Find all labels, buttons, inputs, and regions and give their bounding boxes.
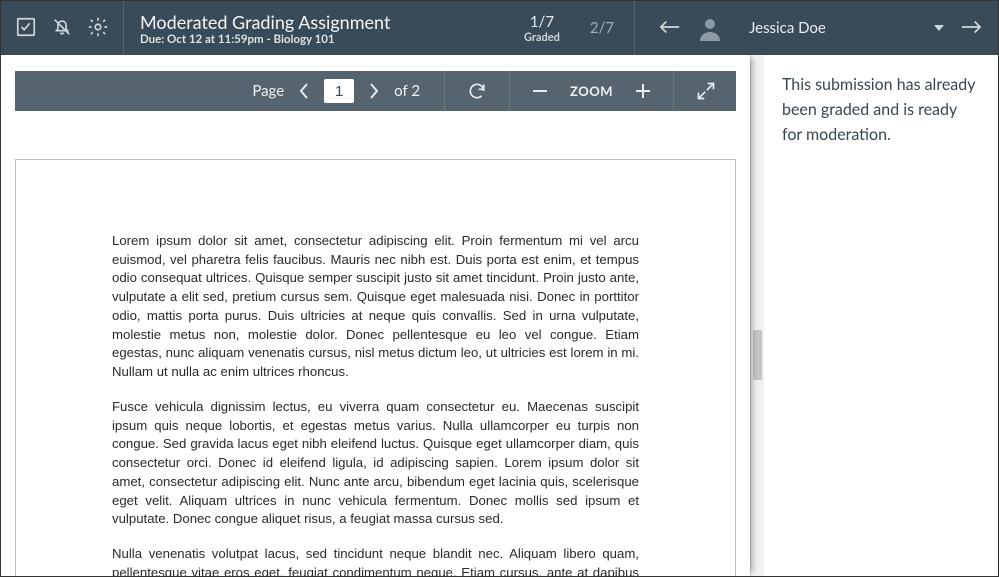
graded-label: Graded (524, 31, 560, 44)
graded-count: 1/7 (530, 13, 554, 31)
assignment-subtitle: Due: Oct 12 at 11:59pm - Biology 101 (140, 33, 488, 46)
zoom-in-plus-icon[interactable] (635, 83, 651, 99)
total-count: 2/7 (590, 19, 614, 37)
document-paragraph: Fusce vehicula dignissim lectus, eu vive… (112, 398, 639, 529)
assignment-title-block: Moderated Grading Assignment Due: Oct 12… (124, 1, 504, 55)
fullscreen-expand-icon[interactable] (674, 81, 736, 101)
document-paragraph: Nulla venenatis volutpat lacus, sed tinc… (112, 545, 639, 576)
document-page: Lorem ipsum dolor sit amet, consectetur … (15, 159, 736, 576)
app-header: Moderated Grading Assignment Due: Oct 12… (1, 1, 998, 55)
zoom-out-minus-icon[interactable] (532, 83, 548, 99)
document-toolbar: Page of 2 (15, 71, 736, 111)
student-dropdown-caret-icon[interactable] (934, 25, 944, 31)
page-label: Page (252, 82, 284, 100)
moderation-message: This submission has already been graded … (782, 73, 980, 147)
next-page-chevron-icon[interactable] (368, 82, 380, 100)
document-paragraph: Lorem ipsum dolor sit amet, consectetur … (112, 232, 639, 382)
rotate-icon[interactable] (445, 81, 509, 101)
next-student-arrow-icon[interactable] (960, 19, 982, 38)
document-viewer: Page of 2 (1, 55, 750, 576)
scrollbar-thumb[interactable] (753, 330, 762, 380)
assignment-title: Moderated Grading Assignment (140, 11, 488, 33)
zoom-label: ZOOM (570, 83, 613, 99)
mute-notifications-icon[interactable] (51, 16, 73, 41)
prev-student-arrow-icon[interactable] (659, 19, 681, 38)
student-name: Jessica Doe (749, 19, 826, 37)
student-avatar-icon (697, 15, 723, 41)
page-number-input[interactable] (324, 79, 354, 103)
student-name-dropdown[interactable]: Jessica Doe (739, 19, 918, 37)
prev-page-chevron-icon[interactable] (298, 82, 310, 100)
settings-gear-icon[interactable] (87, 16, 109, 41)
moderation-sidebar: This submission has already been graded … (764, 55, 998, 576)
page-of-label: of 2 (394, 82, 420, 100)
grading-progress: 1/7 Graded 2/7 (504, 1, 634, 55)
gradebook-icon[interactable] (15, 16, 37, 41)
viewer-scrollbar[interactable] (750, 55, 764, 576)
